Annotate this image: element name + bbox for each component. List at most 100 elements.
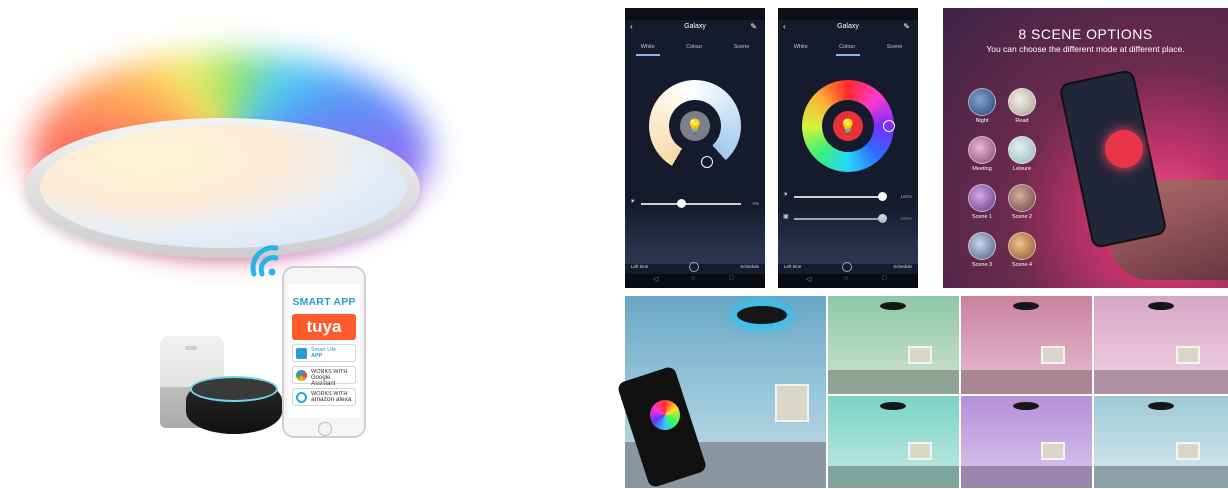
nav-home-icon[interactable]: ○: [844, 275, 848, 282]
colour-wheel-knob[interactable]: [883, 120, 895, 132]
night-icon: [968, 88, 996, 116]
bulb-icon[interactable]: 💡: [680, 111, 710, 141]
scene-leisure[interactable]: Leisure: [1005, 136, 1039, 172]
room-photo-teal: [828, 396, 959, 488]
home-button: [318, 422, 332, 436]
scene-label: Read: [1015, 118, 1029, 124]
scene4-icon: [1008, 232, 1036, 260]
tab-colour[interactable]: Colour: [686, 44, 702, 50]
scene-night[interactable]: Night: [965, 88, 999, 124]
room-photo-violet: [961, 396, 1092, 488]
colour-wheel-icon: [650, 400, 680, 430]
ceiling-lamp: [737, 306, 787, 324]
floor: [961, 465, 1092, 488]
nav-back-icon[interactable]: ◁: [653, 275, 658, 283]
window: [1041, 346, 1065, 364]
schedule-label[interactable]: Schedule: [740, 264, 759, 269]
background-trees: [778, 204, 918, 264]
floor: [961, 370, 1092, 394]
power-icon[interactable]: [842, 262, 852, 272]
left-time-label[interactable]: Left time: [631, 264, 648, 269]
scene-read[interactable]: Read: [1005, 88, 1039, 124]
smart-app-heading: SMART APP: [292, 296, 356, 308]
window: [908, 346, 932, 364]
background-trees: [625, 204, 765, 264]
ceiling-lamp: [1013, 402, 1039, 410]
floor: [828, 370, 959, 394]
app-screen-white: ‹ Galaxy ✎ White Colour Scene 💡 ☀ 0% Lef…: [625, 8, 765, 288]
floor: [1094, 465, 1228, 488]
nav-back-icon[interactable]: ◁: [806, 275, 811, 283]
android-nav-bar: ◁ ○ □: [778, 274, 918, 288]
room-photo-green: [828, 296, 959, 394]
read-icon: [1008, 88, 1036, 116]
ceiling-light-diffuser: [40, 126, 406, 248]
app-screen-colour: ‹ Galaxy ✎ White Colour Scene 💡 ☀ 100% ▣…: [778, 8, 918, 288]
scene-label: Scene 2: [1011, 214, 1033, 220]
room-photo-pink: [961, 296, 1092, 394]
window: [1041, 442, 1065, 460]
power-icon[interactable]: [689, 262, 699, 272]
window: [775, 384, 809, 422]
window: [1176, 442, 1200, 460]
scene3-icon: [968, 232, 996, 260]
product-image: SMART APP tuya Smart Life APP WORKS WITH…: [0, 0, 460, 488]
brightness-slider[interactable]: [794, 196, 886, 198]
status-bar: [778, 8, 918, 20]
window: [908, 442, 932, 460]
scene-label: Night: [975, 118, 989, 124]
ceiling-lamp: [880, 302, 906, 310]
left-time-label[interactable]: Left time: [784, 264, 801, 269]
room-photo-blue: [1094, 396, 1228, 488]
tab-scene[interactable]: Scene: [734, 44, 750, 50]
leisure-icon: [1008, 136, 1036, 164]
scene-options-subtitle: You can choose the different mode at dif…: [986, 44, 1185, 54]
device-title: Galaxy: [684, 23, 706, 30]
scene-label: Scene 4: [1011, 262, 1033, 268]
status-bar: [625, 8, 765, 20]
room-photo-mauve: [1094, 296, 1228, 394]
nav-recent-icon[interactable]: □: [729, 275, 733, 282]
meeting-icon: [968, 136, 996, 164]
schedule-label[interactable]: Schedule: [893, 264, 912, 269]
speaker-indicator: [185, 346, 197, 350]
mode-tabs: White Colour Scene: [778, 44, 918, 50]
scene-1[interactable]: Scene 1: [965, 184, 999, 220]
tab-scene[interactable]: Scene: [887, 44, 903, 50]
nav-home-icon[interactable]: ○: [691, 275, 695, 282]
badge-line2: amazon alexa: [311, 396, 352, 403]
tab-colour[interactable]: Colour: [839, 44, 855, 50]
google-assistant-badge: WORKS WITH Google Assistant: [292, 366, 356, 387]
mode-tabs: White Colour Scene: [625, 44, 765, 50]
tab-white[interactable]: White: [794, 44, 808, 50]
brightness-icon: ☀: [783, 192, 789, 198]
tuya-logo: tuya: [292, 314, 356, 340]
scene-4[interactable]: Scene 4: [1005, 232, 1039, 268]
floor: [828, 465, 959, 488]
scene1-icon: [968, 184, 996, 212]
android-nav-bar: ◁ ○ □: [625, 274, 765, 288]
edit-icon[interactable]: ✎: [903, 22, 910, 31]
scene-2[interactable]: Scene 2: [1005, 184, 1039, 220]
scene-3[interactable]: Scene 3: [965, 232, 999, 268]
ceiling-lamp: [1148, 402, 1174, 410]
badge-line2: Google Assistant: [311, 375, 336, 387]
active-tab-indicator: [636, 54, 660, 56]
tab-white[interactable]: White: [641, 44, 655, 50]
edit-icon[interactable]: ✎: [750, 22, 757, 31]
bulb-icon[interactable]: 💡: [833, 111, 863, 141]
scene2-icon: [1008, 184, 1036, 212]
smart-life-icon: [296, 348, 307, 359]
google-assistant-icon: [296, 370, 307, 381]
brightness-slider-knob[interactable]: [878, 192, 887, 201]
floor: [1094, 370, 1228, 394]
nav-recent-icon[interactable]: □: [882, 275, 886, 282]
device-title: Galaxy: [837, 23, 859, 30]
badge-line2: APP: [311, 353, 323, 359]
window: [1176, 346, 1200, 364]
brightness-percent: 100%: [900, 194, 912, 199]
smart-life-app-badge: Smart Life APP: [292, 344, 356, 362]
scene-meeting[interactable]: Meeting: [965, 136, 999, 172]
ring-knob[interactable]: [701, 156, 713, 168]
alexa-icon: [296, 392, 307, 403]
